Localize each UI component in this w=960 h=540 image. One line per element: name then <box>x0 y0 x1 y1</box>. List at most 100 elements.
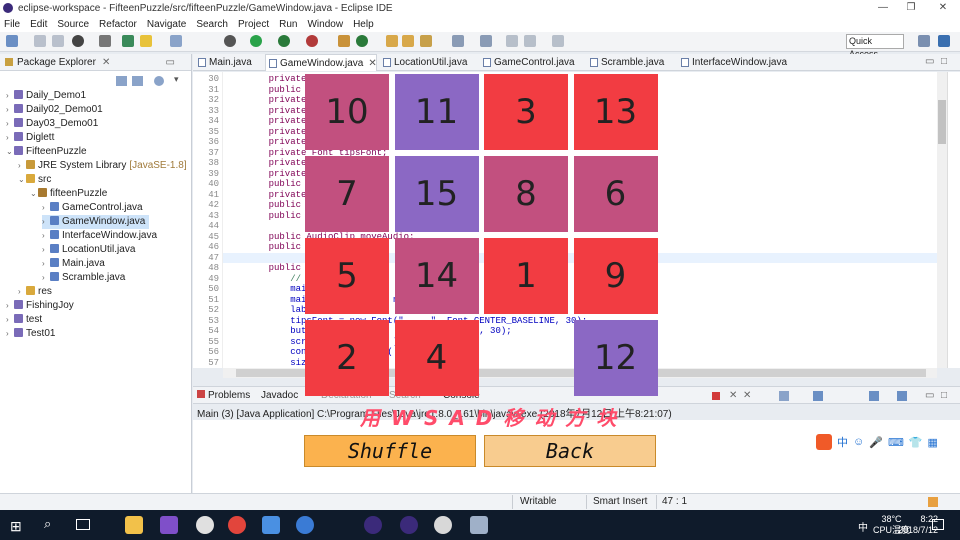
new-package-icon[interactable] <box>338 35 350 47</box>
open-folder-icon[interactable] <box>402 35 414 47</box>
puzzle-tile[interactable]: 14 <box>394 238 479 314</box>
new-class-icon[interactable] <box>356 35 368 47</box>
expand-toggle-icon[interactable]: ⌄ <box>6 145 14 159</box>
expand-toggle-icon[interactable]: › <box>6 103 14 117</box>
search-icon[interactable] <box>99 35 111 47</box>
tree-item[interactable]: › Test01 <box>6 327 55 341</box>
menu-navigate[interactable]: Navigate <box>147 19 186 30</box>
tab-locationutil-java[interactable]: LocationUtil.java <box>380 54 475 71</box>
puzzle-tile[interactable]: 13 <box>573 74 658 150</box>
menu-file[interactable]: File <box>4 19 20 30</box>
windows-start-icon[interactable]: ⊞ <box>10 518 22 535</box>
pin-icon[interactable] <box>122 35 134 47</box>
view-menu-icon[interactable] <box>154 76 164 86</box>
menu-project[interactable]: Project <box>238 19 269 30</box>
tab-interfacewindow-java[interactable]: InterfaceWindow.java <box>678 54 793 71</box>
new-icon[interactable] <box>6 35 18 47</box>
menu-window[interactable]: Window <box>307 19 343 30</box>
tree-item[interactable]: › LocationUtil.java <box>42 243 135 257</box>
tree-item[interactable]: › GameWindow.java <box>42 215 150 229</box>
save-icon[interactable] <box>34 35 46 47</box>
puzzle-tile[interactable]: 10 <box>305 74 389 150</box>
eclipse-icon[interactable] <box>364 516 382 534</box>
emoji-icon[interactable]: ☺ <box>853 436 864 448</box>
minimize-button[interactable]: — <box>868 0 898 16</box>
tab-main-java[interactable]: Main.java <box>195 54 255 71</box>
tab-gamecontrol-java[interactable]: GameControl.java <box>480 54 580 71</box>
media-app-icon[interactable] <box>434 516 452 534</box>
tree-item[interactable]: ⌄ fifteenPuzzle <box>30 187 107 201</box>
toolbox-icon[interactable]: ▦ <box>928 436 938 449</box>
shuffle-button[interactable]: Shuffle <box>304 435 476 467</box>
puzzle-tile[interactable]: 15 <box>394 156 479 232</box>
baidu-netdisk-icon[interactable] <box>296 516 314 534</box>
puzzle-tile[interactable]: 1 <box>484 238 568 314</box>
tab-scramble-java[interactable]: Scramble.java <box>587 54 671 71</box>
tree-item[interactable]: › res <box>18 285 52 299</box>
open-console-icon[interactable] <box>869 391 879 401</box>
expand-toggle-icon[interactable]: ⌄ <box>18 173 26 187</box>
java-app-icon[interactable] <box>470 516 488 534</box>
expand-toggle-icon[interactable]: › <box>18 159 26 173</box>
expand-toggle-icon[interactable]: › <box>6 327 14 341</box>
expand-toggle-icon[interactable]: › <box>6 131 14 145</box>
menu-refactor[interactable]: Refactor <box>99 19 137 30</box>
expand-toggle-icon[interactable]: › <box>42 271 50 285</box>
tab-problems[interactable]: Problems <box>197 390 250 401</box>
expand-toggle-icon[interactable]: › <box>42 243 50 257</box>
puzzle-tile[interactable]: 7 <box>305 156 389 232</box>
menu-search[interactable]: Search <box>196 19 228 30</box>
minimize-view-icon[interactable]: ▭ <box>166 57 175 68</box>
expand-toggle-icon[interactable]: › <box>6 117 14 131</box>
maximize-button[interactable]: ❐ <box>896 0 926 16</box>
remove-all-icon[interactable]: ✕ <box>743 390 751 401</box>
minimize-view-icon[interactable]: ▭ <box>925 390 934 401</box>
next-annotation-icon[interactable] <box>452 35 464 47</box>
maximize-view-icon[interactable]: □ <box>941 390 947 401</box>
display-console-icon[interactable] <box>897 391 907 401</box>
tree-item[interactable]: › Main.java <box>42 257 105 271</box>
tree-item[interactable]: › JRE System Library [JavaSE-1.8] <box>18 159 187 173</box>
expand-toggle-icon[interactable]: › <box>6 299 14 313</box>
puzzle-tile[interactable]: 11 <box>394 74 479 150</box>
scroll-lock-icon[interactable] <box>779 391 789 401</box>
open-perspective-icon[interactable] <box>918 35 930 47</box>
puzzle-tile[interactable]: 3 <box>484 74 568 150</box>
puzzle-tile[interactable]: 9 <box>573 238 658 314</box>
puzzle-tile[interactable]: 6 <box>573 156 658 232</box>
tree-item[interactable]: ⌄ FifteenPuzzle <box>6 145 87 159</box>
expand-toggle-icon[interactable]: › <box>18 285 26 299</box>
ime-indicator[interactable]: 中 <box>858 519 868 534</box>
run-config-icon[interactable] <box>278 35 290 47</box>
mark-occurrences-icon[interactable] <box>140 35 152 47</box>
menu-run[interactable]: Run <box>279 19 297 30</box>
tree-item[interactable]: › FishingJoy <box>6 299 74 313</box>
expand-toggle-icon[interactable]: › <box>42 257 50 271</box>
back-arrow-icon[interactable] <box>524 35 536 47</box>
debug-icon[interactable] <box>72 35 84 47</box>
pin-console-icon[interactable] <box>813 391 823 401</box>
open-type-icon[interactable] <box>386 35 398 47</box>
task-view-icon[interactable] <box>76 519 90 530</box>
menu-help[interactable]: Help <box>353 19 374 30</box>
puzzle-tile[interactable]: 5 <box>305 238 389 314</box>
run-icon[interactable] <box>250 35 262 47</box>
expand-toggle-icon[interactable]: › <box>6 89 14 103</box>
chrome-icon[interactable] <box>228 516 246 534</box>
maximize-view-icon[interactable]: □ <box>941 56 947 67</box>
java-perspective-icon[interactable] <box>938 35 950 47</box>
tree-item[interactable]: › Diglett <box>6 131 54 145</box>
pencil-icon[interactable] <box>420 35 432 47</box>
remove-launch-icon[interactable]: ✕ <box>729 390 737 401</box>
puzzle-tile[interactable]: 8 <box>484 156 568 232</box>
last-edit-icon[interactable] <box>506 35 518 47</box>
feather-app-icon[interactable] <box>262 516 280 534</box>
file-explorer-icon[interactable] <box>125 516 143 534</box>
close-icon[interactable]: ✕ <box>368 58 376 69</box>
puzzle-tile[interactable]: 12 <box>573 320 658 396</box>
expand-toggle-icon[interactable]: › <box>42 201 50 215</box>
tree-item[interactable]: › InterfaceWindow.java <box>42 229 157 243</box>
menu-edit[interactable]: Edit <box>30 19 47 30</box>
eclipse-instance-icon[interactable] <box>400 516 418 534</box>
tree-item[interactable]: › Daily_Demo1 <box>6 89 86 103</box>
